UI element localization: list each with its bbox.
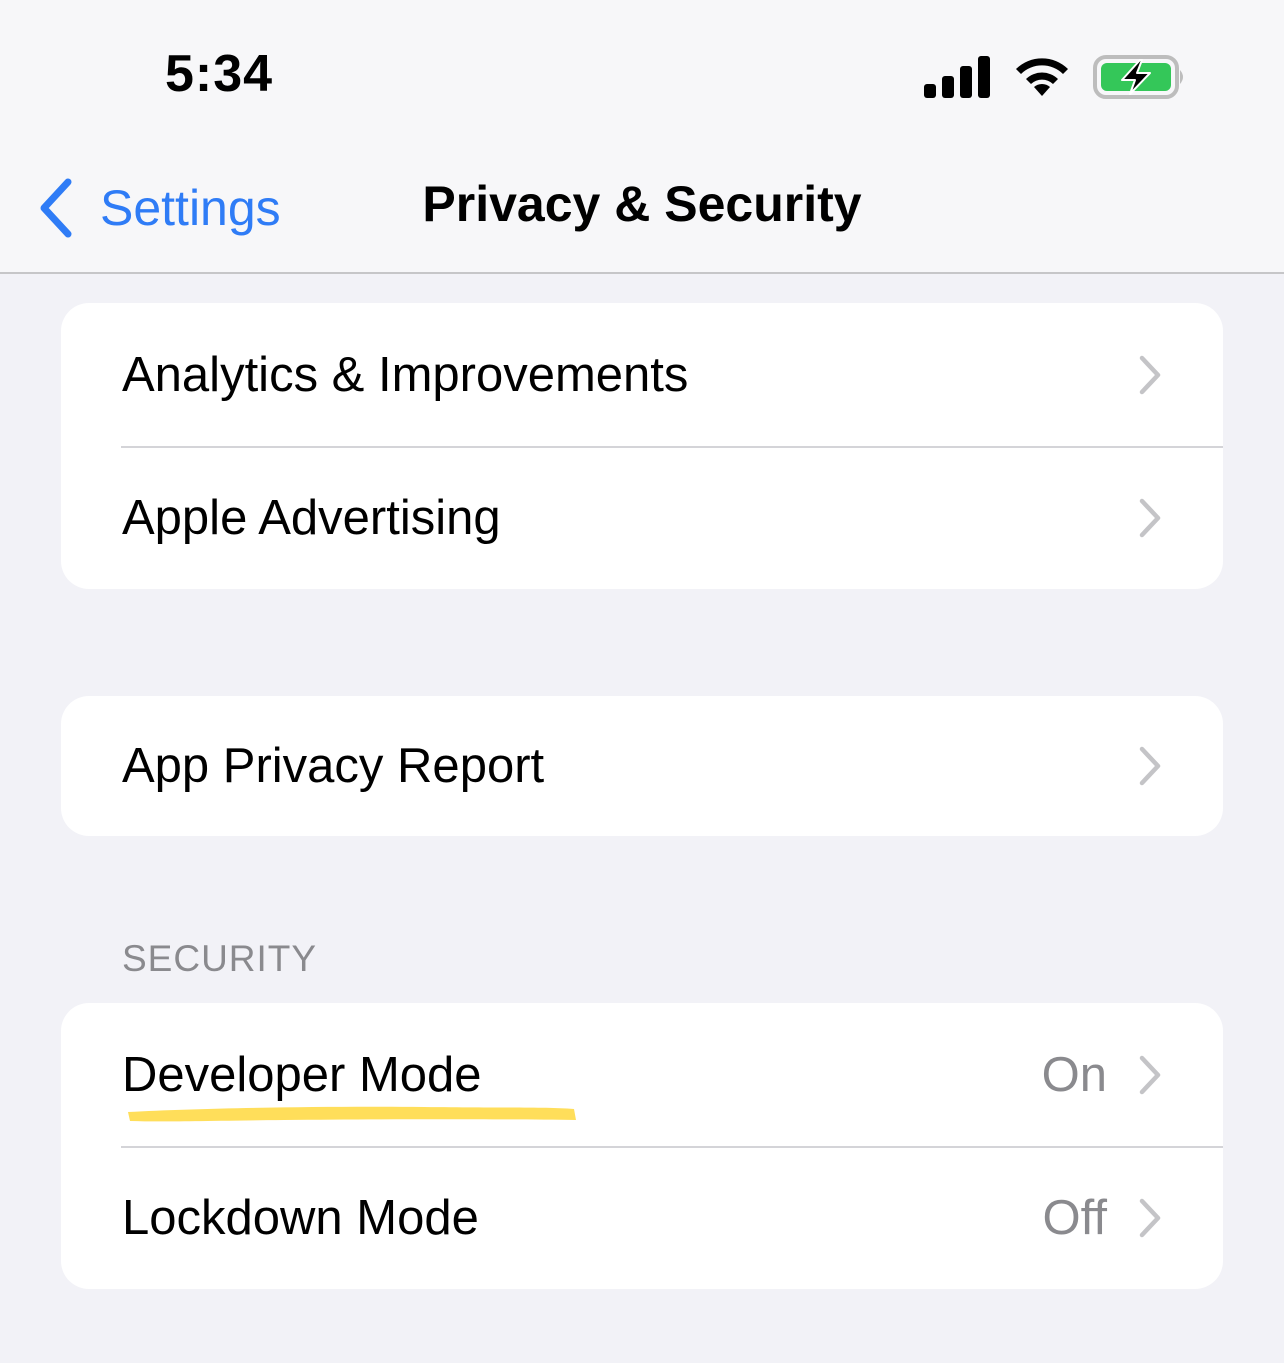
row-value: On bbox=[1041, 1047, 1107, 1102]
row-label: Apple Advertising bbox=[122, 490, 501, 545]
row-label: Lockdown Mode bbox=[122, 1190, 479, 1245]
row-value: Off bbox=[1042, 1190, 1107, 1245]
row-app-privacy-report[interactable]: App Privacy Report bbox=[61, 696, 1223, 836]
chevron-right-icon bbox=[1139, 746, 1161, 786]
general-group: Analytics & Improvements Apple Advertisi… bbox=[61, 303, 1223, 589]
row-apple-advertising[interactable]: Apple Advertising bbox=[61, 446, 1223, 589]
row-analytics-improvements[interactable]: Analytics & Improvements bbox=[61, 303, 1223, 446]
page-title: Privacy & Security bbox=[422, 176, 862, 232]
signal-icon bbox=[924, 56, 990, 98]
chevron-right-icon bbox=[1139, 498, 1161, 537]
row-label: Analytics & Improvements bbox=[122, 347, 689, 402]
row-label: Developer Mode bbox=[122, 1047, 482, 1102]
chevron-right-icon bbox=[1139, 355, 1161, 394]
wifi-icon bbox=[1016, 58, 1068, 96]
status-time: 5:34 bbox=[165, 45, 274, 103]
battery-charging-icon bbox=[1093, 55, 1183, 99]
chevron-right-icon bbox=[1139, 1198, 1161, 1237]
section-header-security: SECURITY bbox=[122, 938, 318, 979]
highlighter-annotation bbox=[128, 1106, 576, 1122]
navigation-bar: 5:34 Settings Privacy & Security bbox=[0, 0, 1284, 274]
status-icons bbox=[922, 52, 1192, 102]
report-group: App Privacy Report bbox=[61, 696, 1223, 836]
security-group: Developer Mode On Lockdown Mode Off bbox=[61, 1003, 1223, 1289]
row-label: App Privacy Report bbox=[122, 739, 545, 793]
chevron-right-icon bbox=[1139, 1055, 1161, 1094]
row-lockdown-mode[interactable]: Lockdown Mode Off bbox=[61, 1146, 1223, 1289]
